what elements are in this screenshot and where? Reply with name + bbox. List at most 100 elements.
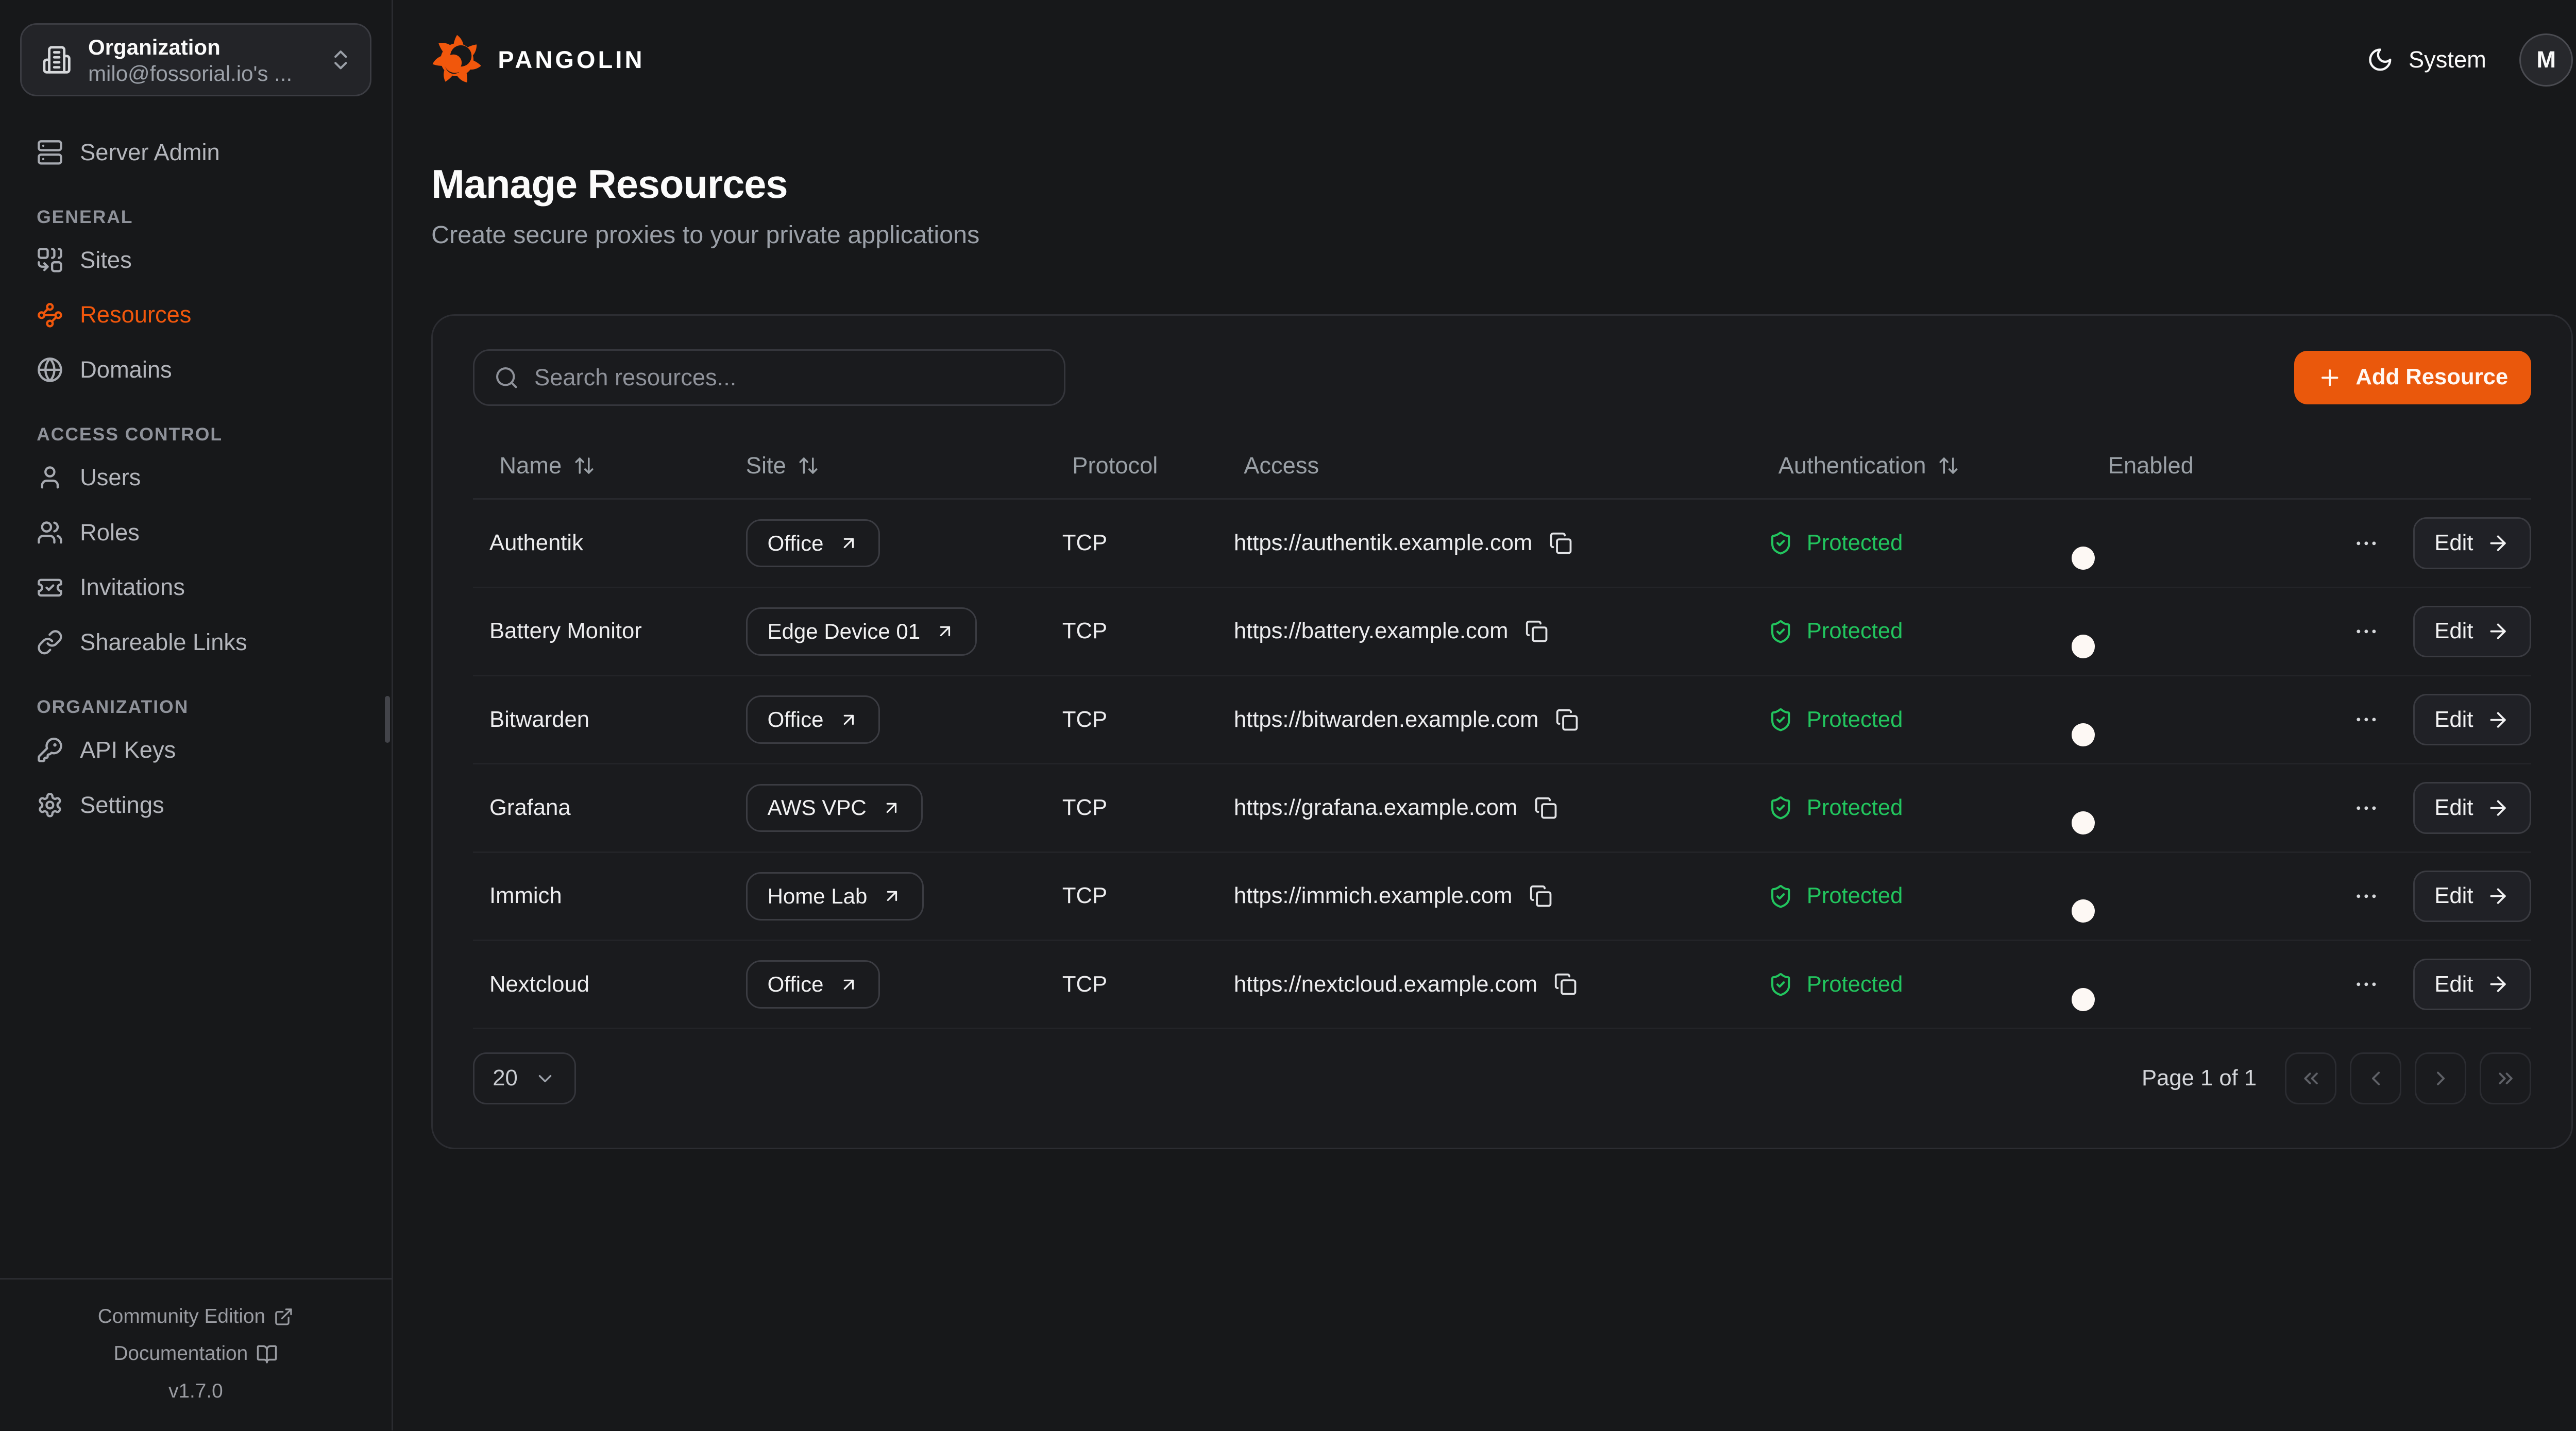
search-box[interactable] xyxy=(473,349,1066,406)
access-cell: https://authentik.example.com xyxy=(1217,499,1752,587)
sidebar-item-roles[interactable]: Roles xyxy=(20,505,371,560)
add-resource-button[interactable]: Add Resource xyxy=(2294,351,2532,404)
previous-page-button[interactable] xyxy=(2350,1052,2401,1104)
last-page-button[interactable] xyxy=(2480,1052,2531,1104)
sidebar-item-users[interactable]: Users xyxy=(20,450,371,505)
arrow-up-right-icon xyxy=(839,710,859,730)
site-link-button[interactable]: AWS VPC xyxy=(746,784,923,832)
column-header-authentication[interactable]: Authentication xyxy=(1752,433,2081,499)
row-menu-button[interactable] xyxy=(2346,700,2386,740)
arrow-up-right-icon xyxy=(882,798,902,818)
edit-button[interactable]: Edit xyxy=(2413,782,2532,833)
next-page-button[interactable] xyxy=(2415,1052,2466,1104)
column-header-site[interactable]: Site xyxy=(719,433,1046,499)
row-menu-button[interactable] xyxy=(2346,611,2386,652)
sort-arrows-icon xyxy=(573,455,595,476)
top-bar: PANGOLIN System M xyxy=(431,0,2573,120)
sidebar-item-label: Server Admin xyxy=(80,139,220,166)
actions-cell: Edit xyxy=(2315,940,2532,1028)
resource-name: Battery Monitor xyxy=(489,619,642,643)
protocol-cell: TCP xyxy=(1046,676,1217,764)
sidebar-scrollbar[interactable] xyxy=(385,696,390,743)
table-header-row: Name Site Protocol Access xyxy=(473,433,2532,499)
site-name: Home Lab xyxy=(768,884,868,909)
sidebar-item-domains[interactable]: Domains xyxy=(20,343,371,398)
table-row: Grafana AWS VPC TCP https://grafana.exam… xyxy=(473,764,2532,852)
access-url: https://authentik.example.com xyxy=(1234,531,1533,556)
site-link-button[interactable]: Edge Device 01 xyxy=(746,607,977,656)
search-icon xyxy=(494,365,519,390)
site-name: Office xyxy=(768,972,824,997)
resource-name-cell: Battery Monitor xyxy=(473,587,719,675)
authentication-cell: Protected xyxy=(1752,764,2081,852)
sidebar-item-invitations[interactable]: Invitations xyxy=(20,560,371,615)
moon-icon xyxy=(2367,46,2394,73)
resource-name: Nextcloud xyxy=(489,972,589,997)
sidebar-item-resources[interactable]: Resources xyxy=(20,287,371,343)
search-input[interactable] xyxy=(534,364,1044,391)
avatar[interactable]: M xyxy=(2519,33,2572,87)
site-link-button[interactable]: Office xyxy=(746,960,880,1009)
copy-icon[interactable] xyxy=(1525,620,1548,643)
row-menu-button[interactable] xyxy=(2346,788,2386,828)
access-url: https://nextcloud.example.com xyxy=(1234,972,1537,997)
shield-check-icon xyxy=(1768,531,1793,555)
first-page-button[interactable] xyxy=(2285,1052,2336,1104)
theme-toggle[interactable]: System xyxy=(2367,46,2486,73)
access-cell: https://grafana.example.com xyxy=(1217,764,1752,852)
edit-button[interactable]: Edit xyxy=(2413,517,2532,569)
row-menu-button[interactable] xyxy=(2346,876,2386,916)
page-size-select[interactable]: 20 xyxy=(473,1052,576,1104)
copy-icon[interactable] xyxy=(1534,796,1557,820)
enabled-cell xyxy=(2081,764,2315,852)
actions-cell: Edit xyxy=(2315,499,2532,587)
org-selector-value: milo@fossorial.io's ... xyxy=(88,60,328,87)
copy-icon[interactable] xyxy=(1529,884,1552,908)
copy-icon[interactable] xyxy=(1555,708,1579,731)
site-link-button[interactable]: Office xyxy=(746,519,880,568)
sidebar-item-server-admin[interactable]: Server Admin xyxy=(20,125,371,180)
protocol-value: TCP xyxy=(1062,619,1107,643)
arrow-right-icon xyxy=(2486,532,2510,555)
brand-name: PANGOLIN xyxy=(498,46,645,74)
server-icon xyxy=(37,139,63,166)
site-cell: Office xyxy=(719,940,1046,1028)
protocol-value: TCP xyxy=(1062,883,1107,908)
edit-button[interactable]: Edit xyxy=(2413,959,2532,1010)
sort-arrows-icon xyxy=(798,455,819,476)
site-link-button[interactable]: Office xyxy=(746,695,880,744)
shield-check-icon xyxy=(1768,972,1793,997)
sidebar-item-sites[interactable]: Sites xyxy=(20,232,371,287)
site-name: Edge Device 01 xyxy=(768,619,921,644)
site-link-button[interactable]: Home Lab xyxy=(746,872,924,921)
sidebar-item-settings[interactable]: Settings xyxy=(20,777,371,832)
chevron-right-icon xyxy=(2429,1067,2452,1090)
protocol-cell: TCP xyxy=(1046,764,1217,852)
edit-button[interactable]: Edit xyxy=(2413,871,2532,922)
org-selector[interactable]: Organization milo@fossorial.io's ... xyxy=(20,23,371,96)
protocol-value: TCP xyxy=(1062,707,1107,732)
column-header-access: Access xyxy=(1217,433,1752,499)
copy-icon[interactable] xyxy=(1549,532,1572,555)
edit-button[interactable]: Edit xyxy=(2413,606,2532,657)
sidebar-item-shareable-links[interactable]: Shareable Links xyxy=(20,615,371,670)
sidebar-item-api-keys[interactable]: API Keys xyxy=(20,723,371,778)
edit-button[interactable]: Edit xyxy=(2413,694,2532,745)
copy-icon[interactable] xyxy=(1554,973,1577,996)
row-menu-button[interactable] xyxy=(2346,523,2386,564)
arrow-up-right-icon xyxy=(839,975,859,995)
site-cell: AWS VPC xyxy=(719,764,1046,852)
waypoints-icon xyxy=(37,302,63,329)
community-edition-link[interactable]: Community Edition xyxy=(0,1298,392,1336)
arrow-right-icon xyxy=(2486,708,2510,731)
brand[interactable]: PANGOLIN xyxy=(431,34,645,86)
app-version: v1.7.0 xyxy=(0,1373,392,1410)
documentation-link[interactable]: Documentation xyxy=(0,1335,392,1373)
access-url: https://bitwarden.example.com xyxy=(1234,707,1539,732)
resource-name: Bitwarden xyxy=(489,707,589,732)
resource-name-cell: Grafana xyxy=(473,764,719,852)
shield-check-icon xyxy=(1768,795,1793,820)
column-header-name[interactable]: Name xyxy=(473,433,719,499)
sidebar-item-label: Roles xyxy=(80,519,140,546)
row-menu-button[interactable] xyxy=(2346,964,2386,1004)
